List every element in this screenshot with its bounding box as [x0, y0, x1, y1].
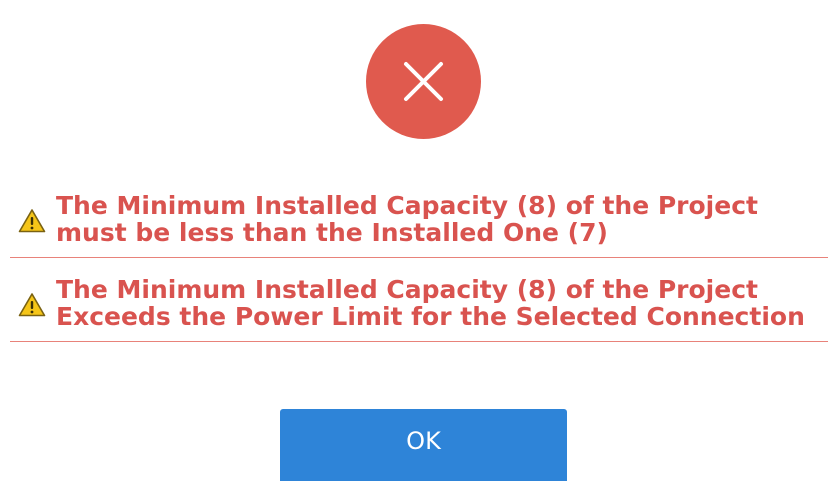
warning-icon — [18, 292, 46, 318]
warning-icon — [18, 208, 46, 234]
error-message-line: The Minimum Installed Capacity (8) of th… — [56, 275, 758, 304]
error-message-line: must be less than the Installed One (7) — [56, 218, 608, 247]
error-message: The Minimum Installed Capacity (8) of th… — [10, 188, 828, 258]
error-dialog: The Minimum Installed Capacity (8) of th… — [0, 0, 828, 481]
ok-button[interactable]: OK — [280, 409, 567, 481]
message-list: The Minimum Installed Capacity (8) of th… — [10, 188, 828, 342]
error-message-line: The Minimum Installed Capacity (8) of th… — [56, 191, 758, 220]
error-x-icon — [366, 24, 481, 139]
error-message: The Minimum Installed Capacity (8) of th… — [10, 272, 828, 342]
error-message-line: Exceeds the Power Limit for the Selected… — [56, 302, 805, 331]
